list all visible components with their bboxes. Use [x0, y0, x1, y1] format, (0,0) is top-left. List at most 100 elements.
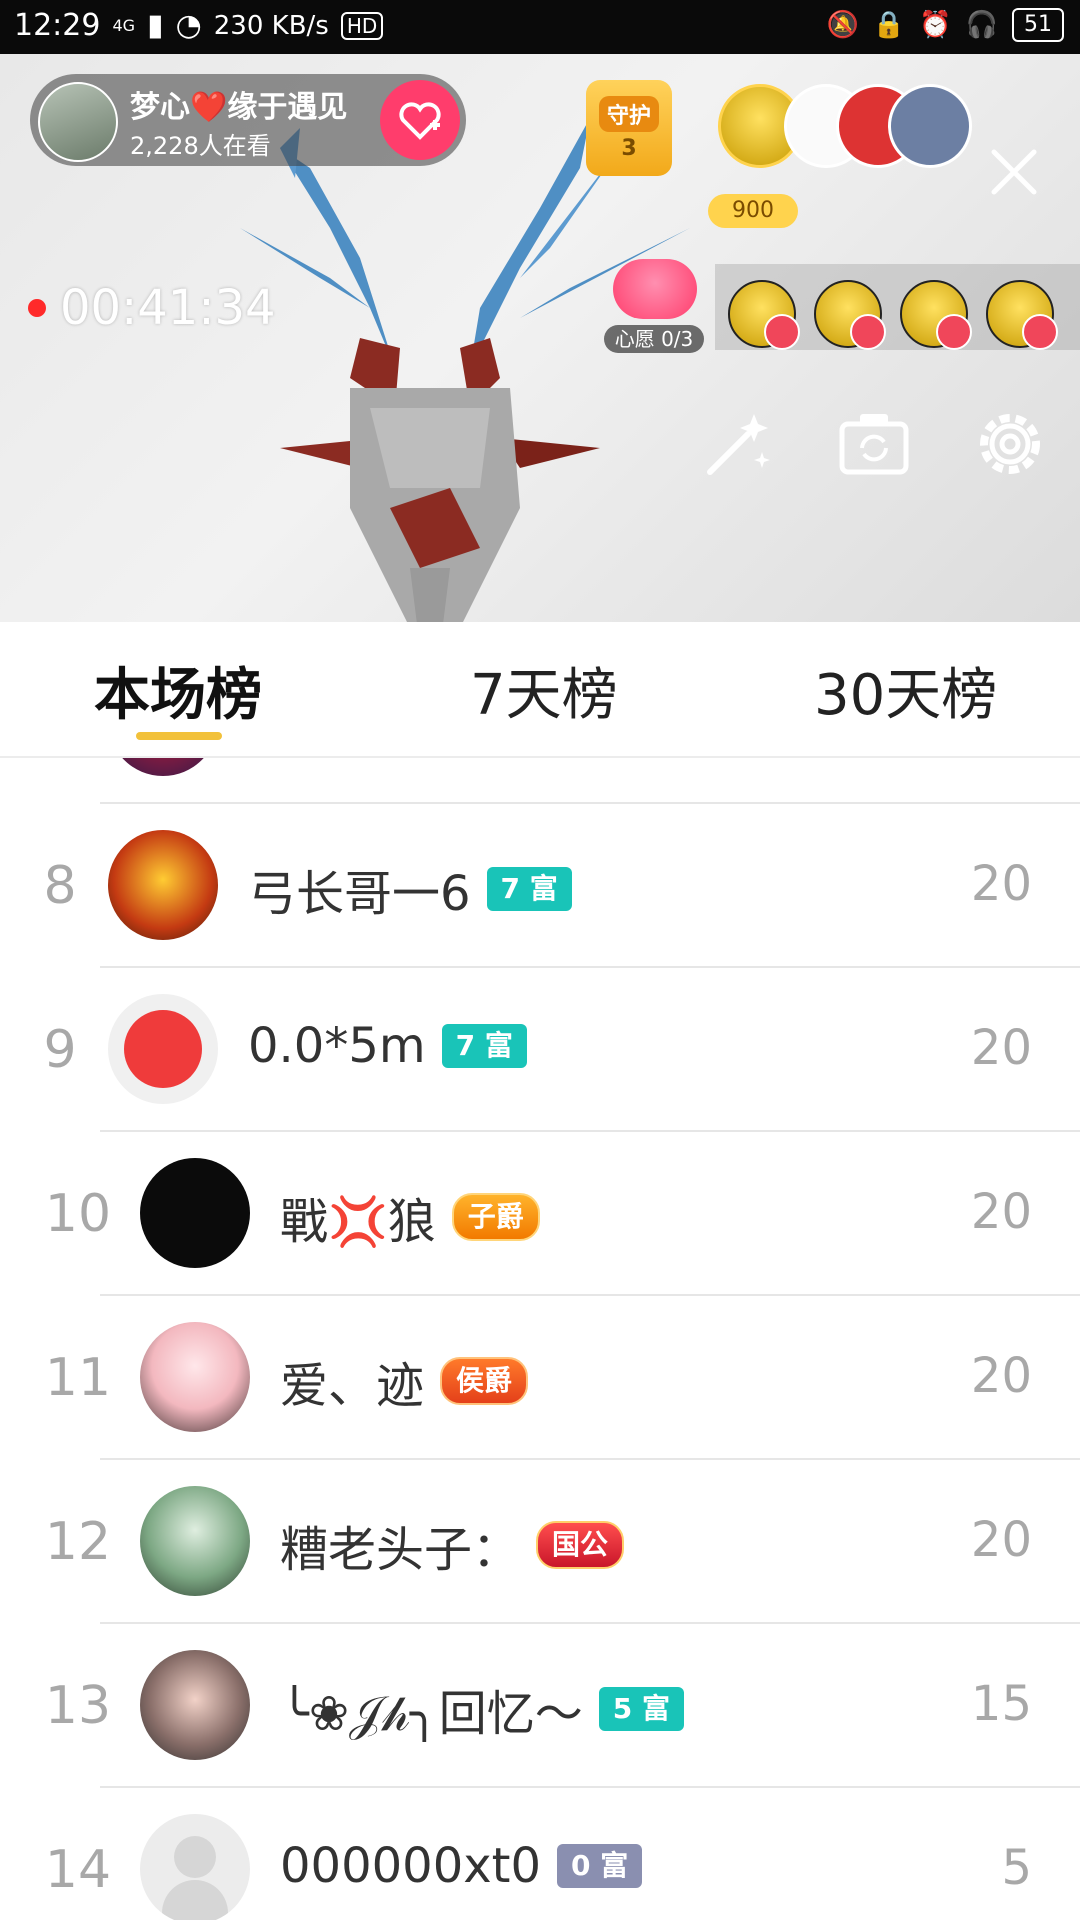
score: 15 [970, 1676, 1032, 1732]
user-name: 弓长哥一6 [248, 866, 471, 922]
seat-avatar-2[interactable] [814, 280, 886, 350]
rank-number: 13 [44, 1676, 112, 1736]
noble-title-badge: 子爵 [451, 1193, 540, 1241]
ranking-row[interactable]: 8 弓长哥一6 7 富 20 [0, 804, 1080, 968]
ranking-row[interactable]: 13 ╰❀𝒥𝒽╮回忆～ 5 富 15 [0, 1624, 1080, 1788]
ranking-row[interactable]: 14 000000xt0 0 富 5 [0, 1788, 1080, 1920]
live-timer: 00:41:34 [28, 280, 276, 336]
tab-30-days[interactable]: 30天榜 [814, 650, 997, 731]
sofa-icon [936, 314, 972, 350]
avatar[interactable] [108, 994, 218, 1104]
network-label: 4G [112, 16, 136, 35]
user-name-cell: 戰💢狼 子爵 [280, 1182, 540, 1252]
alarm-icon: ⏰ [919, 10, 952, 40]
rank-number: 8 [43, 856, 77, 916]
user-name: 戰💢狼 [280, 1194, 436, 1250]
record-dot-icon [28, 299, 46, 317]
avatar[interactable] [108, 830, 218, 940]
top-viewer-avatar-4[interactable] [888, 84, 972, 168]
user-name: 爱、迹 [280, 1358, 425, 1414]
host-info-pill[interactable]: 梦心❤️缘于遇见 2,228人在看 [30, 74, 466, 166]
sofa-icon [1022, 314, 1058, 350]
rank-number: 11 [44, 1348, 112, 1408]
user-name-cell: 0.0*5m 7 富 [248, 1018, 527, 1074]
host-avatar[interactable] [38, 82, 118, 162]
rich-level-badge: 7 富 [441, 1024, 527, 1068]
status-bar: 12:29 4G ▮ ◔ 230 KB/s HD 🔕 🔒 ⏰ 🎧 51 [0, 0, 1080, 54]
mute-icon: 🔕 [826, 10, 859, 40]
wish-heart-icon [613, 259, 697, 319]
noble-title-badge: 侯爵 [440, 1357, 529, 1405]
ranking-row[interactable]: 12 糟老头子： 国公 20 [0, 1460, 1080, 1624]
background-deer-illustration [240, 118, 690, 622]
avatar[interactable] [108, 758, 218, 776]
score: 20 [970, 856, 1032, 912]
ranking-row[interactable]: 9 0.0*5m 7 富 20 [0, 968, 1080, 1132]
seat-avatar-4[interactable] [986, 280, 1058, 350]
rich-level-badge: 7 富 [486, 867, 572, 911]
follow-button[interactable] [380, 80, 460, 160]
guard-label: 守护 [598, 96, 659, 132]
battery-indicator: 51 [1012, 8, 1064, 42]
score: 20 [970, 1348, 1032, 1404]
top-viewer-coins: 900 [708, 194, 798, 228]
avatar[interactable] [140, 1322, 250, 1432]
settings-gear-icon[interactable] [972, 406, 1048, 482]
timer-value: 00:41:34 [60, 280, 276, 336]
score: 20 [970, 1184, 1032, 1240]
wifi-icon: ◔ [175, 8, 202, 43]
user-name-cell: 000000xt0 0 富 [280, 1838, 643, 1894]
user-name-cell: ╰❀𝒥𝒽╮回忆～ 5 富 [280, 1674, 684, 1744]
tab-this-session[interactable]: 本场榜 [94, 650, 262, 731]
ranking-row[interactable]: 11 爱、迹 侯爵 20 [0, 1296, 1080, 1460]
ranking-list[interactable]: 8 弓长哥一6 7 富 20 9 0.0*5m 7 富 20 10 戰💢狼 子爵… [0, 758, 1080, 1920]
avatar[interactable] [140, 1650, 250, 1760]
active-tab-indicator [136, 732, 222, 740]
rank-number: 12 [44, 1512, 112, 1572]
sofa-icon [764, 314, 800, 350]
ranking-tabs: 本场榜 7天榜 30天榜 [0, 622, 1080, 758]
rich-level-badge: 0 富 [557, 1844, 643, 1888]
sofa-icon [850, 314, 886, 350]
close-icon[interactable] [984, 142, 1044, 202]
seat-avatar-1[interactable] [728, 280, 800, 350]
rank-number: 9 [43, 1020, 77, 1080]
camera-switch-icon[interactable] [836, 406, 912, 482]
seat-avatar-3[interactable] [900, 280, 972, 350]
viewer-count: 2,228人在看 [130, 132, 271, 160]
tab-7-days[interactable]: 7天榜 [470, 650, 618, 731]
avatar[interactable] [140, 1814, 250, 1920]
ranking-row[interactable]: 10 戰💢狼 子爵 20 [0, 1132, 1080, 1296]
user-name: 0.0*5m [248, 1018, 426, 1074]
heart-plus-icon [399, 102, 441, 140]
avatar[interactable] [140, 1158, 250, 1268]
user-name-cell: 爱、迹 侯爵 [280, 1346, 529, 1416]
user-name: ╰❀𝒥𝒽╮回忆～ [280, 1686, 583, 1742]
score: 20 [970, 1020, 1032, 1076]
wish-label: 心愿 0/3 [604, 325, 704, 353]
user-name: 糟老头子： [280, 1522, 521, 1578]
signal-icon: ▮ [147, 8, 164, 43]
noble-title-badge: 国公 [536, 1521, 625, 1569]
headphones-icon: 🎧 [965, 10, 998, 40]
host-name: 梦心❤️缘于遇见 [130, 90, 348, 125]
user-name-cell: 糟老头子： 国公 [280, 1510, 625, 1580]
user-name-cell: 弓长哥一6 7 富 [248, 854, 572, 924]
rank-number: 14 [44, 1840, 112, 1900]
status-time: 12:29 [14, 8, 101, 43]
network-speed: 230 KB/s [213, 10, 329, 41]
magic-wand-icon[interactable] [700, 406, 776, 482]
lock-rotation-icon: 🔒 [872, 10, 906, 40]
wish-widget[interactable]: 心愿 0/3 [600, 259, 710, 353]
score: 20 [970, 1512, 1032, 1568]
user-name: 000000xt0 [280, 1838, 541, 1894]
score: 5 [1001, 1840, 1032, 1896]
live-video-area: 梦心❤️缘于遇见 2,228人在看 守护 3 900 00:41:34 心愿 0… [0, 54, 1080, 622]
avatar[interactable] [140, 1486, 250, 1596]
hd-label: HD [340, 11, 384, 40]
ranking-row-partial[interactable] [0, 758, 1080, 804]
guard-count: 3 [621, 136, 637, 161]
rank-number: 10 [44, 1184, 112, 1244]
rich-level-badge: 5 富 [598, 1687, 684, 1731]
guard-badge[interactable]: 守护 3 [586, 80, 672, 176]
